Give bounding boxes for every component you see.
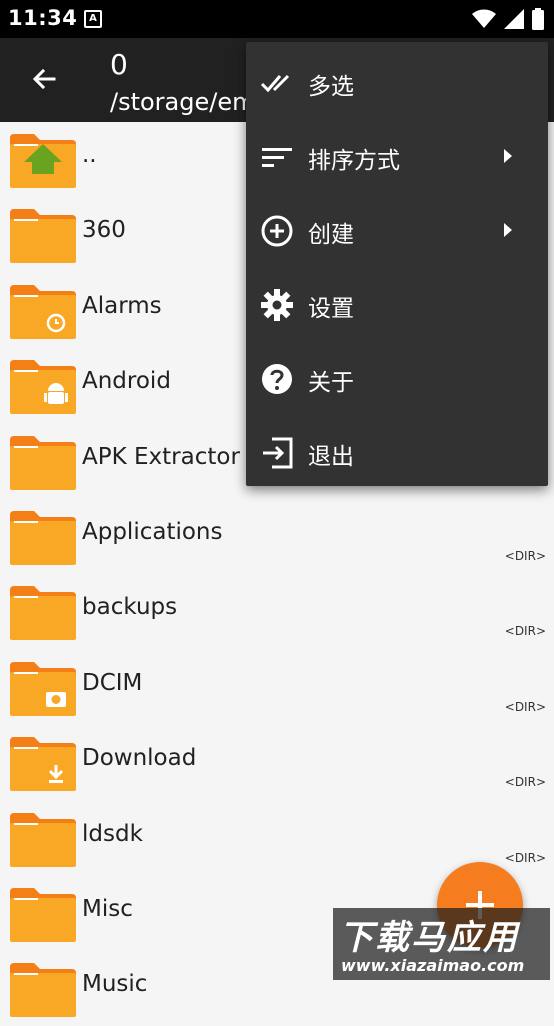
file-name: backups xyxy=(82,594,178,621)
folder-download-icon xyxy=(10,737,76,792)
folder-up-icon xyxy=(10,134,76,188)
folder-icon xyxy=(10,209,76,264)
folder-alarm-icon xyxy=(10,284,76,339)
menu-item-multiselect[interactable]: 多选 xyxy=(246,46,548,120)
file-name: .. xyxy=(82,142,97,168)
dir-label: <DIR> xyxy=(504,549,546,563)
file-name: Android xyxy=(82,368,171,395)
file-row[interactable]: DCIM <DIR> xyxy=(0,650,554,725)
menu-item-sort[interactable]: 排序方式 xyxy=(246,120,548,194)
folder-icon xyxy=(10,511,76,565)
sort-icon xyxy=(262,148,292,167)
folder-icon xyxy=(10,435,76,490)
file-row[interactable]: backups <DIR> xyxy=(0,574,554,649)
dir-label: <DIR> xyxy=(504,775,546,790)
menu-item-label: 多选 xyxy=(308,74,354,100)
dir-label: <DIR> xyxy=(504,624,546,639)
menu-item-label: 退出 xyxy=(308,444,354,470)
help-icon xyxy=(262,364,292,394)
double-check-icon xyxy=(260,74,290,93)
page-title: 0 xyxy=(110,48,128,81)
wifi-icon xyxy=(472,9,496,28)
watermark-title: 下载马应用 xyxy=(339,918,519,958)
menu-item-label: 排序方式 xyxy=(308,148,400,174)
file-name: Download xyxy=(82,745,197,772)
file-row[interactable]: Applications <DIR> xyxy=(0,499,554,574)
file-name: Applications xyxy=(82,519,223,545)
status-bar: 11:34 A xyxy=(0,0,554,38)
submenu-arrow-icon xyxy=(504,149,512,163)
battery-icon xyxy=(532,8,544,30)
gear-icon xyxy=(261,289,293,321)
menu-item-exit[interactable]: 退出 xyxy=(246,416,548,490)
submenu-arrow-icon xyxy=(504,223,512,237)
folder-icon xyxy=(10,888,76,942)
status-time: 11:34 xyxy=(8,6,78,30)
notification-a-icon: A xyxy=(84,10,102,28)
folder-icon xyxy=(10,812,76,867)
menu-item-create[interactable]: 创建 xyxy=(246,194,548,268)
folder-icon xyxy=(10,963,76,1018)
file-name: ldsdk xyxy=(82,820,143,847)
back-arrow-icon[interactable] xyxy=(24,60,64,100)
menu-item-settings[interactable]: 设置 xyxy=(246,268,548,342)
dir-label: <DIR> xyxy=(504,699,546,714)
file-row[interactable]: Download <DIR> xyxy=(0,725,554,800)
file-name: Misc xyxy=(82,896,133,922)
menu-item-label: 设置 xyxy=(308,296,354,322)
watermark: 下载马应用 www.xiazaimao.com xyxy=(333,908,550,980)
add-circle-icon xyxy=(261,215,293,247)
menu-item-about[interactable]: 关于 xyxy=(246,342,548,416)
signal-icon xyxy=(504,9,524,29)
exit-icon xyxy=(263,437,293,469)
file-name: 360 xyxy=(82,217,126,244)
folder-android-icon xyxy=(10,360,76,415)
status-icons xyxy=(472,8,544,30)
folder-icon xyxy=(10,586,76,641)
file-name: Music xyxy=(82,971,148,998)
file-name: Alarms xyxy=(82,292,162,319)
overflow-menu: 多选 排序方式 创建 设置 关于 退出 xyxy=(246,42,548,486)
folder-camera-icon xyxy=(10,661,76,716)
menu-item-label: 关于 xyxy=(308,370,354,396)
watermark-url: www.xiazaimao.com xyxy=(341,956,525,975)
menu-item-label: 创建 xyxy=(308,222,354,248)
file-name: DCIM xyxy=(82,669,143,696)
